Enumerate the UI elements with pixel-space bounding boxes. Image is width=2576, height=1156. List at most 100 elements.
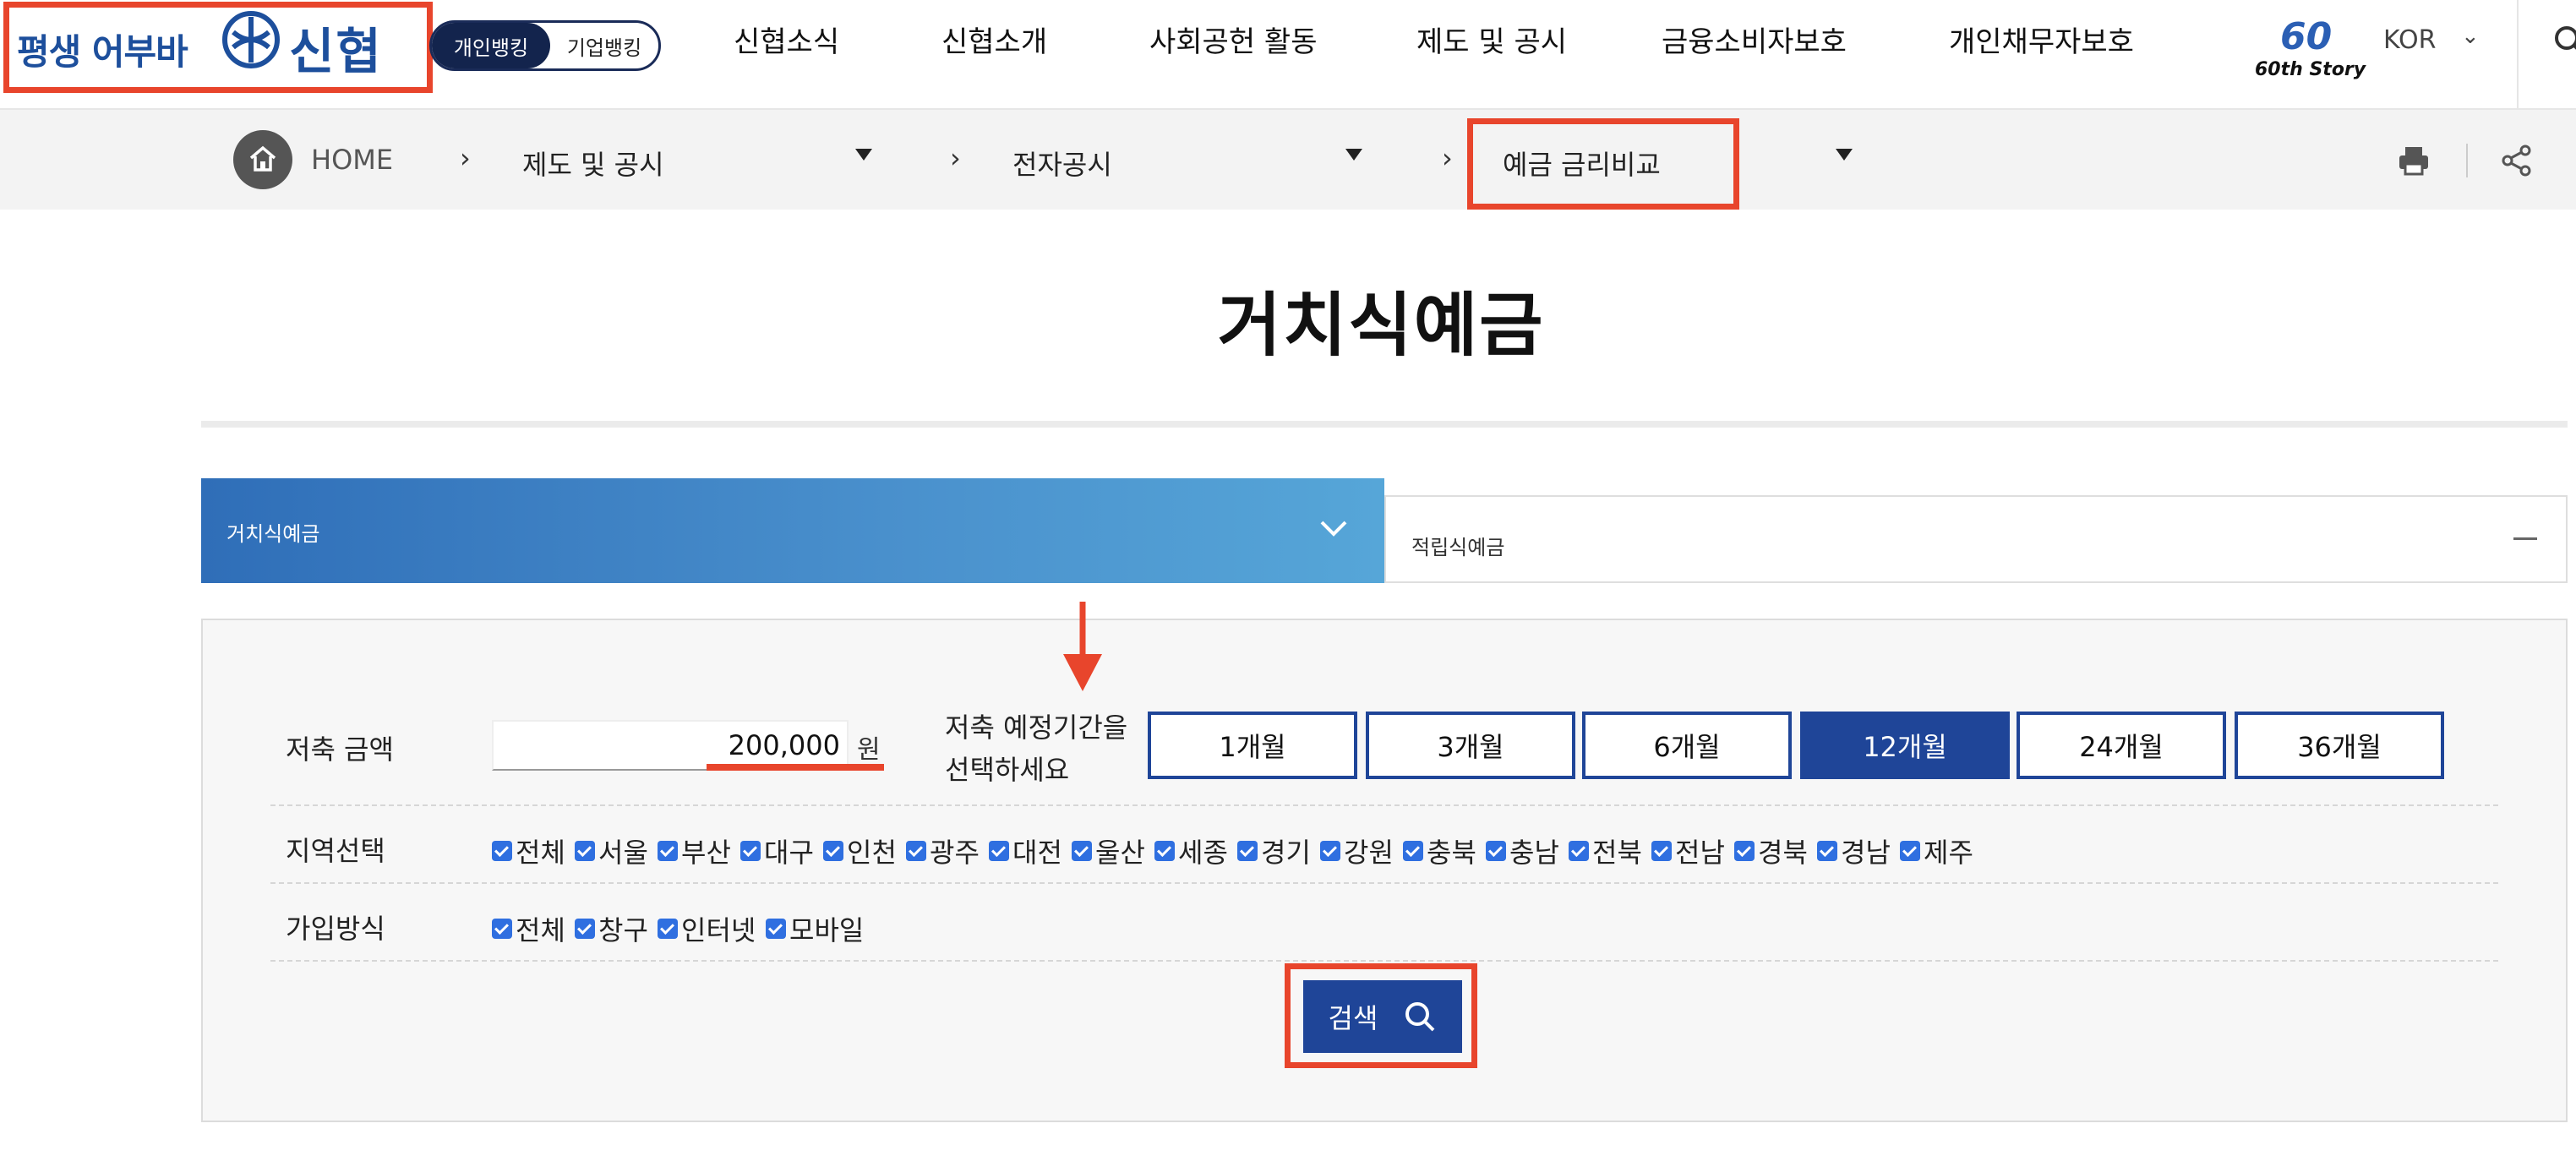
site-header: 평생 어부바 신협 개인뱅킹 기업뱅킹 신협소식 신협소개 사회공헌 활동 제도…: [0, 0, 2576, 110]
checkbox-checked-icon[interactable]: [1320, 841, 1340, 861]
region-checkbox-label: 경북: [1758, 837, 1808, 869]
caret-down-icon[interactable]: [855, 149, 872, 161]
checkbox-checked-icon[interactable]: [1817, 841, 1837, 861]
period-36m-button[interactable]: 36개월: [2235, 712, 2444, 779]
region-checkbox-label: 대전: [1012, 837, 1062, 869]
region-checkbox-label: 전남: [1675, 837, 1725, 869]
region-checkbox[interactable]: 울산: [1072, 832, 1145, 870]
period-6m-button[interactable]: 6개월: [1582, 712, 1792, 779]
breadcrumb-level2[interactable]: 전자공시: [1012, 144, 1112, 183]
tab-installment-deposit[interactable]: 적립식예금: [1384, 495, 2568, 583]
tab-label: 적립식예금: [1411, 536, 1505, 559]
checkbox-checked-icon[interactable]: [1237, 841, 1258, 861]
checkbox-checked-icon[interactable]: [492, 841, 512, 861]
region-checkbox[interactable]: 충남: [1486, 832, 1559, 870]
region-checkbox[interactable]: 전체: [492, 832, 565, 870]
region-checkbox-label: 경남: [1841, 837, 1891, 869]
amount-label: 저축 금액: [286, 733, 394, 766]
search-icon[interactable]: [2552, 24, 2576, 57]
period-3m-button[interactable]: 3개월: [1366, 712, 1575, 779]
nav-about[interactable]: 신협소개: [941, 19, 1047, 60]
amount-highlight: [707, 764, 884, 771]
amount-input[interactable]: [492, 720, 849, 771]
region-checkbox[interactable]: 서울: [575, 832, 648, 870]
chevron-right-icon: ›: [460, 142, 471, 174]
region-checkbox[interactable]: 경남: [1817, 832, 1891, 870]
region-checkbox[interactable]: 강원: [1320, 832, 1394, 870]
logo-link[interactable]: 평생 어부바 신협: [8, 7, 428, 88]
search-button[interactable]: 검색: [1303, 980, 1462, 1053]
region-checkbox[interactable]: 대구: [740, 832, 814, 870]
language-selector[interactable]: KOR: [2383, 25, 2437, 55]
region-checkbox[interactable]: 충북: [1403, 832, 1476, 870]
join-method-checkbox[interactable]: 전체: [492, 909, 565, 948]
caret-down-icon[interactable]: [1836, 149, 1853, 161]
checkbox-checked-icon[interactable]: [1403, 841, 1423, 861]
checkbox-checked-icon[interactable]: [989, 841, 1009, 861]
period-12m-button[interactable]: 12개월: [1800, 712, 2010, 779]
checkbox-checked-icon[interactable]: [1569, 841, 1589, 861]
region-checkbox[interactable]: 광주: [906, 832, 980, 870]
period-label-line1: 저축 예정기간을: [945, 712, 1128, 744]
checkbox-checked-icon[interactable]: [823, 841, 843, 861]
join-method-checkbox[interactable]: 인터넷: [658, 909, 756, 948]
breadcrumb-highlight: [1467, 118, 1739, 210]
checkbox-checked-icon[interactable]: [1486, 841, 1506, 861]
corporate-banking-button[interactable]: 기업뱅킹: [550, 23, 658, 68]
region-checkbox[interactable]: 경북: [1734, 832, 1808, 870]
region-checkbox[interactable]: 제주: [1900, 832, 1973, 870]
checkbox-checked-icon[interactable]: [658, 841, 678, 861]
period-24m-button[interactable]: 24개월: [2017, 712, 2226, 779]
region-checkbox[interactable]: 대전: [989, 832, 1062, 870]
chevron-right-icon: ›: [1442, 142, 1453, 174]
region-label: 지역선택: [286, 835, 385, 867]
nav-social[interactable]: 사회공헌 활동: [1149, 19, 1318, 60]
region-checkbox[interactable]: 부산: [658, 832, 731, 870]
checkbox-checked-icon[interactable]: [575, 841, 595, 861]
checkbox-checked-icon[interactable]: [1154, 841, 1175, 861]
region-checkbox-label: 광주: [930, 837, 980, 869]
region-checkbox[interactable]: 전남: [1651, 832, 1725, 870]
checkbox-checked-icon[interactable]: [740, 841, 761, 861]
checkbox-checked-icon[interactable]: [1900, 841, 1920, 861]
breadcrumb-level1[interactable]: 제도 및 공시: [522, 144, 664, 183]
personal-banking-button[interactable]: 개인뱅킹: [432, 23, 550, 68]
tab-lump-sum-deposit[interactable]: 거치식예금: [201, 478, 1384, 583]
checkbox-checked-icon[interactable]: [766, 919, 786, 939]
banking-toggle: 개인뱅킹 기업뱅킹: [429, 20, 661, 71]
print-icon[interactable]: [2397, 144, 2431, 177]
nav-news[interactable]: 신협소식: [734, 19, 839, 60]
annotation-arrow-icon: [1063, 602, 1102, 691]
checkbox-checked-icon[interactable]: [1651, 841, 1672, 861]
caret-down-icon[interactable]: [1345, 149, 1362, 161]
share-icon[interactable]: [2500, 144, 2534, 177]
nav-debtor-protection[interactable]: 개인채무자보호: [1949, 19, 2134, 60]
checkbox-checked-icon[interactable]: [906, 841, 926, 861]
cu-emblem-icon: [222, 11, 280, 68]
checkbox-checked-icon[interactable]: [1734, 841, 1755, 861]
region-checkbox[interactable]: 전북: [1569, 832, 1642, 870]
join-method-checkbox[interactable]: 모바일: [766, 909, 864, 948]
region-checkbox-label: 인천: [847, 837, 897, 869]
period-1m-button[interactable]: 1개월: [1148, 712, 1357, 779]
region-checkbox[interactable]: 경기: [1237, 832, 1311, 870]
chevron-down-icon[interactable]: ⌄: [2461, 24, 2480, 49]
region-checkbox-label: 서울: [598, 837, 648, 869]
60th-story-link[interactable]: 60 60th Story: [2255, 15, 2366, 83]
nav-disclosure[interactable]: 제도 및 공시: [1416, 19, 1567, 60]
story-label: 60th Story: [2255, 59, 2366, 80]
checkbox-checked-icon[interactable]: [1072, 841, 1092, 861]
checkbox-checked-icon[interactable]: [658, 919, 678, 939]
breadcrumb-home[interactable]: HOME: [311, 144, 393, 176]
header-divider: [2517, 0, 2519, 110]
join-method-checkbox[interactable]: 창구: [575, 909, 648, 948]
checkbox-checked-icon[interactable]: [575, 919, 595, 939]
region-checkbox[interactable]: 세종: [1154, 832, 1228, 870]
nav-consumer-protection[interactable]: 금융소비자보호: [1662, 19, 1847, 60]
util-divider: [2466, 144, 2468, 177]
period-label: 저축 예정기간을 선택하세요: [945, 706, 1127, 791]
region-checkbox[interactable]: 인천: [823, 832, 897, 870]
region-checkbox-label: 전체: [516, 837, 565, 869]
checkbox-checked-icon[interactable]: [492, 919, 512, 939]
home-button[interactable]: [233, 130, 292, 189]
